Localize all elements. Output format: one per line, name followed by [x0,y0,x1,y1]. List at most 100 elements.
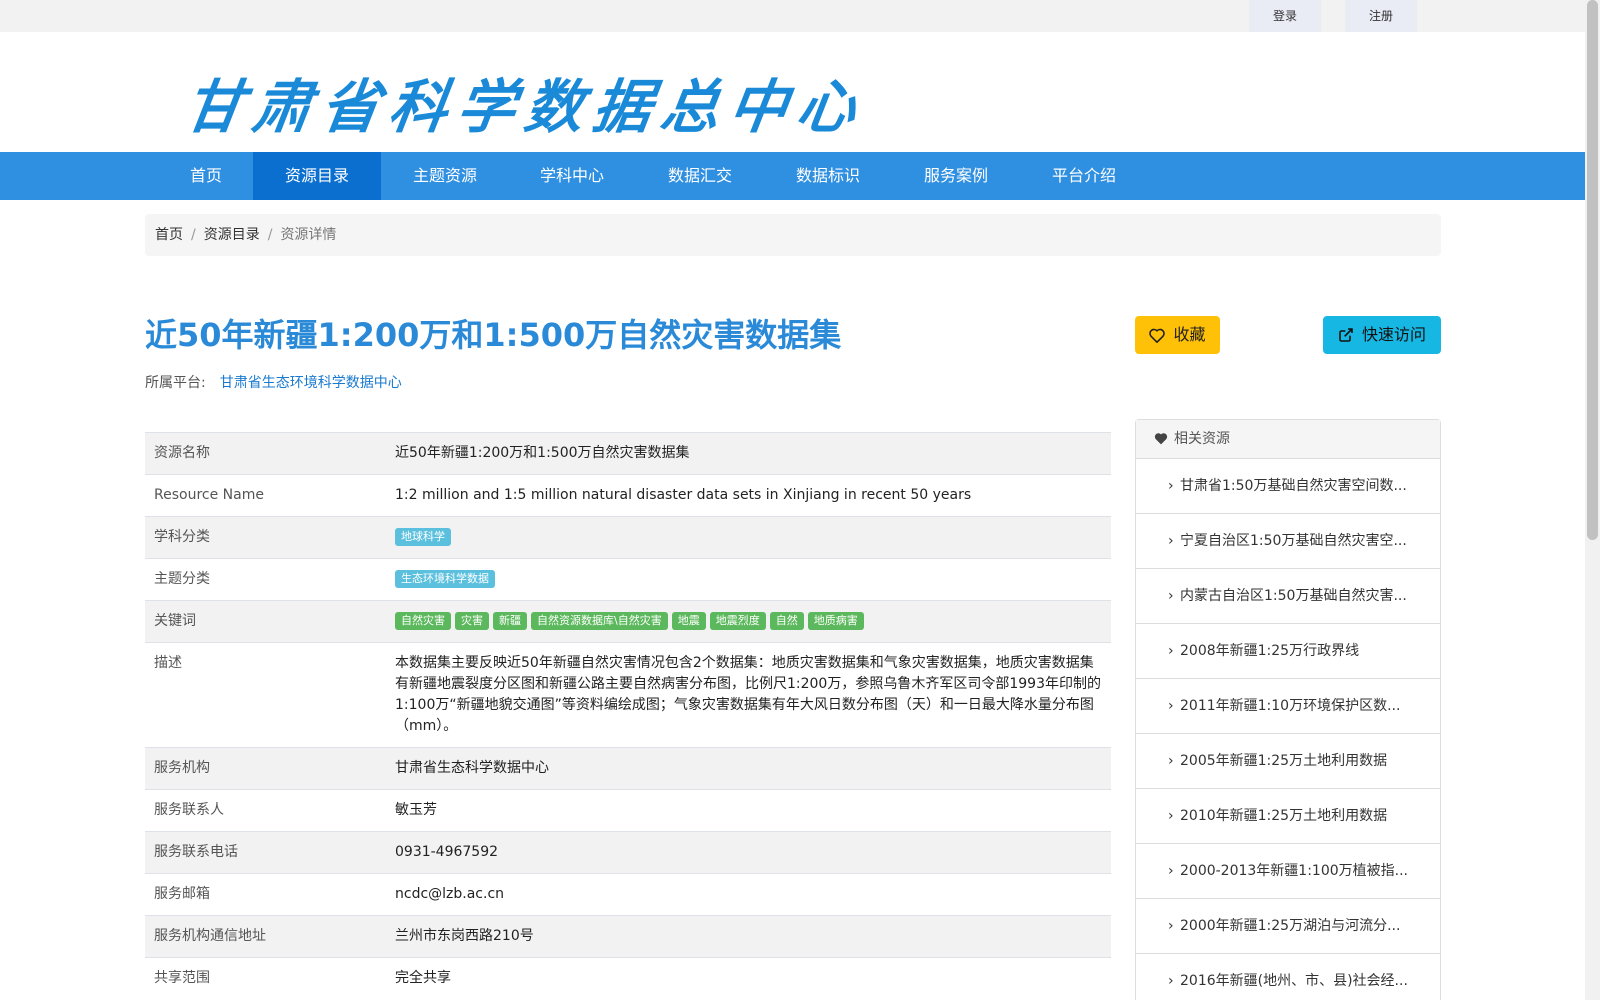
chevron-right-icon: › [1168,918,1174,934]
row-label: 关键词 [154,613,196,629]
nav-item-discipline[interactable]: 学科中心 [532,152,612,200]
row-value: 兰州市东岗西路210号 [395,928,534,944]
chevron-right-icon: › [1168,533,1174,549]
nav-item-home[interactable]: 首页 [174,152,238,200]
quick-visit-label: 快速访问 [1361,325,1426,344]
row-value: 近50年新疆1:200万和1:500万自然灾害数据集 [395,445,690,461]
quick-visit-button[interactable]: 快速访问 [1323,316,1441,354]
row-label: 学科分类 [154,529,210,545]
related-resource-label: 2010年新疆1:25万土地利用数据 [1180,808,1388,824]
related-resource-label: 2005年新疆1:25万土地利用数据 [1180,753,1388,769]
heart-outline-icon [1149,328,1166,343]
row-value: 1:2 million and 1:5 million natural disa… [395,487,972,503]
chevron-right-icon: › [1168,478,1174,494]
table-row: 共享范围 完全共享 [145,957,1111,1000]
nav-item-cases[interactable]: 服务案例 [916,152,996,200]
row-label: 服务联系电话 [154,844,238,860]
table-row: 描述 本数据集主要反映近50年新疆自然灾害情况包含2个数据集：地质灾害数据集和气… [145,642,1111,748]
scrollbar-thumb[interactable] [1587,0,1598,540]
breadcrumb-home[interactable]: 首页 [155,227,183,243]
site-logo[interactable]: 甘肃省科学数据总中心 [180,60,872,144]
row-label: 服务机构通信地址 [154,928,266,944]
row-label: 资源名称 [154,445,210,461]
related-resource-item[interactable]: › 2008年新疆1:25万行政界线 [1136,624,1440,679]
keyword-tag[interactable]: 地质病害 [807,612,864,630]
keyword-tag[interactable]: 自然资源数据库\自然灾害 [531,612,668,630]
register-button[interactable]: 注册 [1345,0,1417,32]
platform-link[interactable]: 甘肃省生态环境科学数据中心 [220,375,402,391]
keyword-tag[interactable]: 地震烈度 [709,612,766,630]
nav-item-identifier[interactable]: 数据标识 [788,152,868,200]
row-value: 0931-4967592 [395,844,499,860]
related-resource-label: 内蒙古自治区1:50万基础自然灾害... [1180,588,1407,604]
keyword-tag[interactable]: 新疆 [493,612,527,630]
heart-icon [1154,433,1168,445]
site-header: 甘肃省科学数据总中心 [0,32,1585,152]
related-resource-label: 2000年新疆1:25万湖泊与河流分... [1180,918,1401,934]
chevron-right-icon: › [1168,643,1174,659]
nav-item-theme[interactable]: 主题资源 [405,152,485,200]
favorite-button[interactable]: 收藏 [1135,316,1220,354]
theme-tag[interactable]: 生态环境科学数据 [395,570,495,588]
row-label: 服务联系人 [154,802,224,818]
row-value: 生态环境科学数据 [386,559,1111,601]
related-resource-label: 甘肃省1:50万基础自然灾害空间数... [1180,478,1407,494]
related-resource-item[interactable]: › 2000年新疆1:25万湖泊与河流分... [1136,899,1440,954]
related-resource-label: 2000-2013年新疆1:100万植被指... [1180,863,1409,879]
row-value: 自然灾害 灾害 新疆 自然资源数据库\自然灾害 地震 地震烈度 自然 地质病害 [386,601,1111,643]
login-button[interactable]: 登录 [1249,0,1321,32]
page-scrollbar[interactable] [1585,0,1600,1000]
top-bar: 登录 注册 [0,0,1585,32]
keyword-tag[interactable]: 地震 [671,612,706,630]
nav-item-catalog[interactable]: 资源目录 [253,152,381,200]
breadcrumb-separator: / [191,227,196,243]
nav-item-submit[interactable]: 数据汇交 [660,152,740,200]
row-value: 完全共享 [395,970,451,986]
chevron-right-icon: › [1168,753,1174,769]
platform-label: 所属平台: [145,375,206,391]
related-resource-item[interactable]: › 甘肃省1:50万基础自然灾害空间数... [1136,459,1440,514]
breadcrumb: 首页 / 资源目录 / 资源详情 [145,214,1441,256]
row-label: 主题分类 [154,571,210,587]
table-row: 主题分类 生态环境科学数据 [145,558,1111,601]
table-row: 学科分类 地球科学 [145,516,1111,559]
table-row: 关键词 自然灾害 灾害 新疆 自然资源数据库\自然灾害 地震 地震烈度 自然 地质病害 [145,600,1111,643]
page-title: 近50年新疆1:200万和1:500万自然灾害数据集 [145,316,842,354]
subject-tag[interactable]: 地球科学 [395,528,451,546]
breadcrumb-catalog[interactable]: 资源目录 [204,227,260,243]
row-label: 描述 [154,655,182,671]
row-value: 本数据集主要反映近50年新疆自然灾害情况包含2个数据集：地质灾害数据集和气象灾害… [395,655,1101,734]
row-label: 共享范围 [154,970,210,986]
chevron-right-icon: › [1168,588,1174,604]
related-resources-header: 相关资源 [1136,420,1440,459]
chevron-right-icon: › [1168,863,1174,879]
chevron-right-icon: › [1168,698,1174,714]
row-value: ncdc@lzb.ac.cn [395,886,505,902]
keyword-tag[interactable]: 灾害 [455,612,489,630]
row-value: 地球科学 [386,517,1111,559]
table-row: 服务机构通信地址 兰州市东岗西路210号 [145,915,1111,958]
nav-item-about[interactable]: 平台介绍 [1044,152,1124,200]
keyword-tag[interactable]: 自然 [769,612,804,630]
related-resource-label: 宁夏自治区1:50万基础自然灾害空... [1180,533,1407,549]
breadcrumb-separator: / [267,227,273,243]
related-resource-item[interactable]: › 2005年新疆1:25万土地利用数据 [1136,734,1440,789]
related-resource-item[interactable]: › 宁夏自治区1:50万基础自然灾害空... [1136,514,1440,569]
resource-detail-table: 资源名称 近50年新疆1:200万和1:500万自然灾害数据集 Resource… [145,432,1111,999]
related-resource-item[interactable]: › 2016年新疆(地州、市、县)社会经... [1136,954,1440,1000]
related-resource-item[interactable]: › 2000-2013年新疆1:100万植被指... [1136,844,1440,899]
keyword-tag[interactable]: 自然灾害 [395,612,451,630]
external-link-icon [1339,328,1353,342]
related-resource-item[interactable]: › 内蒙古自治区1:50万基础自然灾害... [1136,569,1440,624]
related-resource-item[interactable]: › 2011年新疆1:10万环境保护区数... [1136,679,1440,734]
row-value: 敏玉芳 [395,802,437,818]
row-label: Resource Name [154,487,264,503]
related-resource-label: 2011年新疆1:10万环境保护区数... [1180,698,1401,714]
table-row: Resource Name 1:2 million and 1:5 millio… [145,474,1111,517]
related-resource-item[interactable]: › 2010年新疆1:25万土地利用数据 [1136,789,1440,844]
row-value: 甘肃省生态科学数据中心 [395,760,549,776]
related-resources-title: 相关资源 [1174,431,1230,447]
table-row: 服务联系人 敏玉芳 [145,789,1111,832]
row-label: 服务机构 [154,760,210,776]
chevron-right-icon: › [1168,808,1174,824]
